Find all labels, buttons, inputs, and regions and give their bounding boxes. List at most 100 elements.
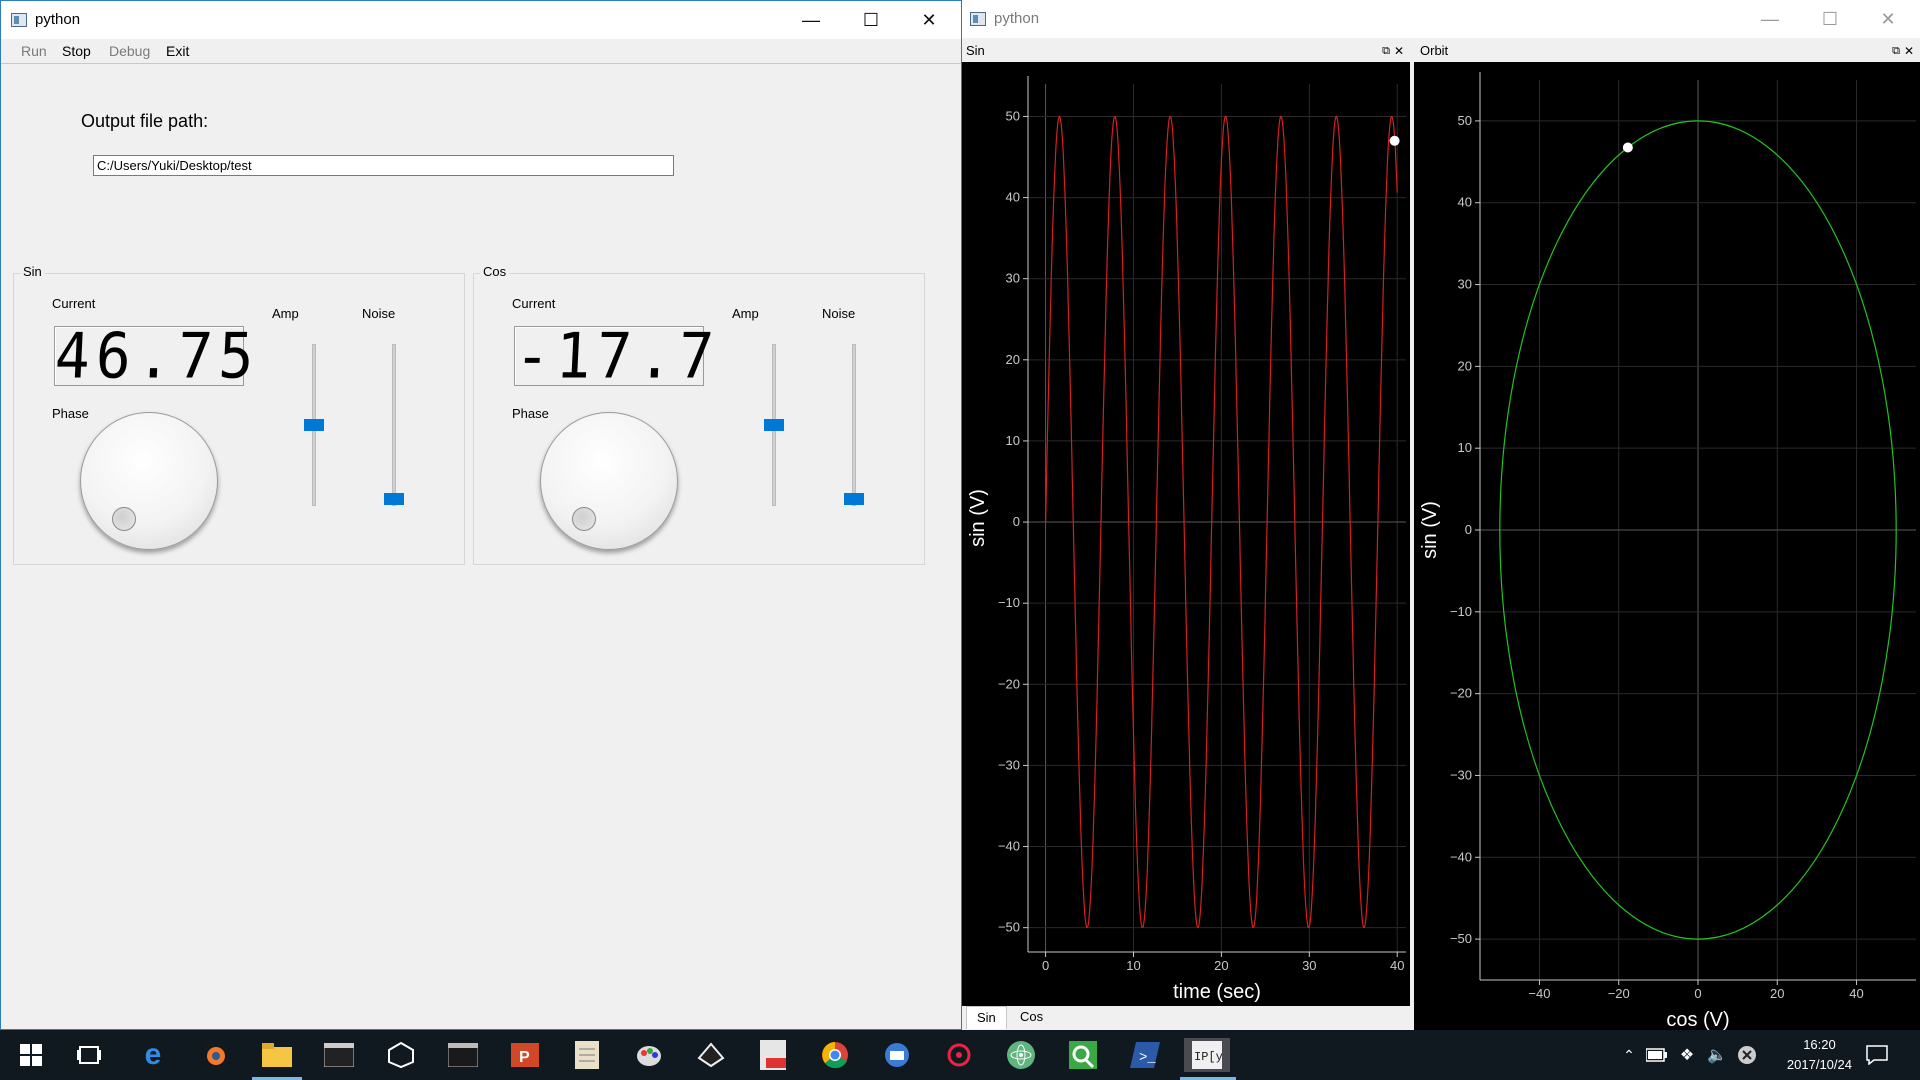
output-path-label: Output file path: bbox=[81, 111, 209, 131]
orbit-plot[interactable]: 50 40 30 20 10 0 −10 −20 −30 −40 −50 −40 −20 0 20 40 cos… bbox=[1414, 62, 1920, 1031]
svg-text:>_: >_ bbox=[1139, 1050, 1156, 1066]
pdf-icon[interactable] bbox=[756, 1038, 790, 1072]
notepad-icon[interactable] bbox=[570, 1038, 604, 1072]
ipython-icon[interactable]: IP[y] bbox=[1184, 1038, 1230, 1072]
menu-run[interactable]: Run bbox=[21, 43, 47, 59]
x-axis-label: time (sec) bbox=[1173, 981, 1261, 1003]
app-icon bbox=[11, 13, 27, 27]
app-icon bbox=[970, 12, 986, 26]
sin-noise-label: Noise bbox=[362, 306, 396, 321]
cos-noise-slider[interactable] bbox=[844, 344, 864, 506]
sin-current-value: 46.75 bbox=[53, 319, 262, 393]
cos-phase-dial[interactable] bbox=[540, 412, 678, 550]
y-tick-label: 20 bbox=[1006, 352, 1020, 367]
tab-sin[interactable]: Sin bbox=[966, 1006, 1007, 1029]
maximize-icon[interactable]: ☐ bbox=[843, 1, 899, 39]
minimize-icon[interactable]: — bbox=[1742, 0, 1798, 38]
windows-start-icon[interactable] bbox=[14, 1038, 48, 1072]
dropbox-icon[interactable]: ❖ bbox=[1670, 1038, 1704, 1072]
blender-icon[interactable] bbox=[198, 1038, 232, 1072]
svg-text:IP[y]: IP[y] bbox=[1194, 1050, 1222, 1064]
thunderbird-icon[interactable] bbox=[880, 1038, 914, 1072]
inkscape-icon[interactable] bbox=[694, 1038, 728, 1072]
battery-icon[interactable] bbox=[1640, 1038, 1674, 1072]
menu-exit[interactable]: Exit bbox=[166, 43, 189, 59]
menu-stop[interactable]: Stop bbox=[62, 43, 91, 59]
chrome-icon[interactable] bbox=[818, 1038, 852, 1072]
sin-amp-handle[interactable] bbox=[304, 419, 324, 431]
x-tick-label: 0 bbox=[1694, 986, 1701, 1001]
sin-phase-dial-marker bbox=[112, 507, 136, 531]
sin-noise-handle[interactable] bbox=[384, 493, 404, 505]
action-center-icon[interactable] bbox=[1860, 1038, 1894, 1072]
x-tick-label: 0 bbox=[1042, 958, 1049, 973]
x-tick-label: 40 bbox=[1390, 958, 1404, 973]
close-icon[interactable]: ✕ bbox=[1860, 0, 1916, 38]
sin-current-display: 46.75 bbox=[53, 319, 261, 392]
y-tick-label: −10 bbox=[998, 595, 1020, 610]
y-tick-label: 30 bbox=[1006, 271, 1020, 286]
edge-icon[interactable]: e bbox=[136, 1038, 170, 1072]
unity-icon[interactable] bbox=[384, 1038, 418, 1072]
y-tick-label: −10 bbox=[1450, 604, 1472, 619]
y-tick-label: −30 bbox=[998, 757, 1020, 772]
cos-current-value: -17.7 bbox=[513, 319, 722, 393]
sin-plot[interactable]: 50 40 30 20 10 0 −10 −20 −30 −40 −50 0 10 20 30 40 time … bbox=[962, 62, 1410, 1006]
orbit-chart: 50 40 30 20 10 0 −10 −20 −30 −40 −50 −40 −20 0 20 40 cos… bbox=[1419, 72, 1916, 1031]
close-panel-icon[interactable]: ✕ bbox=[1904, 40, 1914, 62]
x-axis-label: cos (V) bbox=[1666, 1009, 1729, 1030]
maximize-icon[interactable]: ☐ bbox=[1802, 0, 1858, 38]
powershell-icon[interactable]: >_ bbox=[1128, 1038, 1162, 1072]
sin-phase-dial[interactable] bbox=[80, 412, 218, 550]
sin-phase-label: Phase bbox=[52, 406, 89, 421]
tab-cos[interactable]: Cos bbox=[1010, 1006, 1053, 1028]
output-path-input[interactable] bbox=[93, 155, 674, 176]
left-window: python — ☐ ✕ Run Stop Debug Exit Output … bbox=[0, 0, 962, 1030]
cos-current-display: -17.7 bbox=[513, 319, 721, 392]
sin-groupbox: Sin Current 46.75 Phase Amp Noise bbox=[13, 264, 465, 565]
task-view-icon[interactable] bbox=[72, 1038, 106, 1072]
settings-icon[interactable] bbox=[942, 1038, 976, 1072]
sin-current-point bbox=[1389, 135, 1400, 146]
sin-chart: 50 40 30 20 10 0 −10 −20 −30 −40 −50 0 10 20 30 40 time … bbox=[967, 76, 1406, 1003]
console-icon[interactable] bbox=[446, 1038, 480, 1072]
terminal-icon[interactable] bbox=[322, 1038, 356, 1072]
minimize-icon[interactable]: — bbox=[783, 1, 839, 39]
y-tick-label: −50 bbox=[1450, 931, 1472, 946]
menu-bar: Run Stop Debug Exit bbox=[1, 39, 961, 64]
close-panel-icon[interactable]: ✕ bbox=[1394, 40, 1404, 62]
file-explorer-icon[interactable] bbox=[260, 1038, 294, 1072]
cos-group-title: Cos bbox=[480, 264, 510, 279]
volume-icon[interactable]: 🔈 bbox=[1700, 1038, 1734, 1072]
powerpoint-icon[interactable]: P bbox=[508, 1038, 542, 1072]
cos-amp-handle[interactable] bbox=[764, 419, 784, 431]
float-panel-icon[interactable]: ⧉ bbox=[1382, 40, 1390, 62]
y-tick-label: 40 bbox=[1006, 190, 1020, 205]
paint-icon[interactable] bbox=[632, 1038, 666, 1072]
y-tick-label: −20 bbox=[998, 676, 1020, 691]
cos-noise-label: Noise bbox=[822, 306, 856, 321]
close-icon[interactable]: ✕ bbox=[901, 1, 957, 39]
sin-noise-slider[interactable] bbox=[384, 344, 404, 506]
notification-badge-icon[interactable] bbox=[1730, 1038, 1764, 1072]
cos-noise-handle[interactable] bbox=[844, 493, 864, 505]
cos-current-label: Current bbox=[512, 296, 556, 311]
x-tick-label: 30 bbox=[1302, 958, 1316, 973]
clock-date: 2017/10/24 bbox=[1786, 1057, 1852, 1072]
menu-debug[interactable]: Debug bbox=[109, 43, 150, 59]
clock[interactable]: 16:20 2017/10/24 bbox=[1787, 1035, 1852, 1075]
y-tick-label: −20 bbox=[1450, 686, 1472, 701]
atom-icon[interactable] bbox=[1004, 1038, 1038, 1072]
y-tick-label: 50 bbox=[1458, 113, 1472, 128]
sin-panel-title-bar: Sin ⧉ ✕ bbox=[962, 40, 1410, 62]
y-tick-label: 0 bbox=[1465, 522, 1472, 537]
float-panel-icon[interactable]: ⧉ bbox=[1892, 40, 1900, 62]
left-titlebar[interactable]: python — ☐ ✕ bbox=[1, 1, 961, 39]
qlik-icon[interactable] bbox=[1066, 1038, 1100, 1072]
right-titlebar[interactable]: python — ☐ ✕ bbox=[962, 0, 1920, 38]
sin-current-label: Current bbox=[52, 296, 96, 311]
window-title: python bbox=[994, 10, 1040, 27]
x-tick-label: 40 bbox=[1849, 986, 1863, 1001]
cos-amp-slider[interactable] bbox=[764, 344, 784, 506]
sin-amp-slider[interactable] bbox=[304, 344, 324, 506]
